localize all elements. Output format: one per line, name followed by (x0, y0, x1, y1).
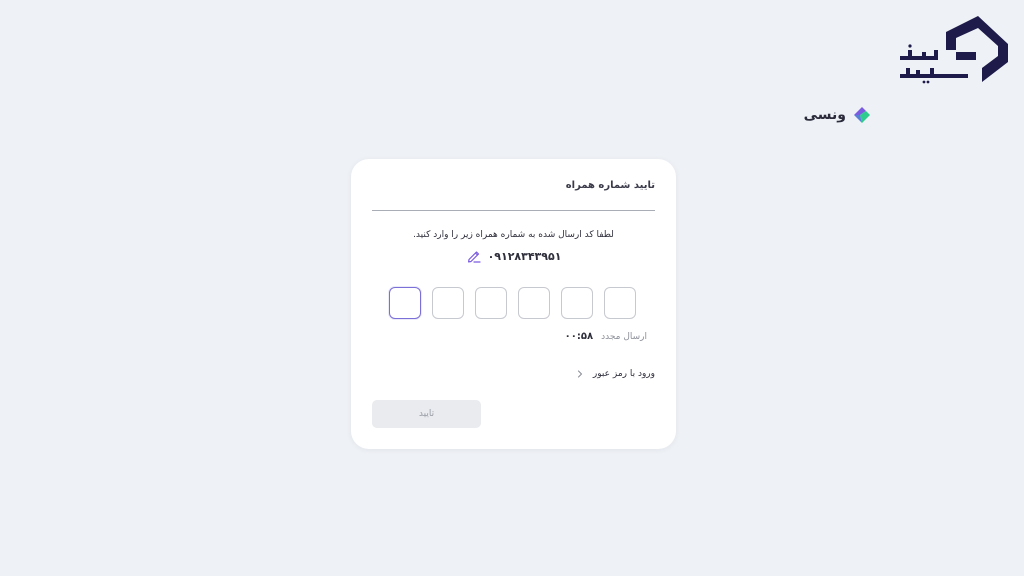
confirm-button[interactable]: تایید (372, 400, 481, 428)
khaneh-sarmayeh-logo (896, 12, 1012, 86)
otp-inputs (389, 287, 636, 319)
resend-timer: ۰۰:۵۸ (564, 331, 594, 342)
resend-row: ارسال مجدد ۰۰:۵۸ (565, 331, 647, 342)
otp-digit-2[interactable] (432, 287, 464, 319)
pencil-edit-icon[interactable] (466, 248, 482, 264)
khaneh-sarmayeh-logo-icon (900, 16, 1008, 84)
otp-digit-5[interactable] (561, 287, 593, 319)
otp-digit-4[interactable] (518, 287, 550, 319)
password-login-label: ورود با رمز عبور (592, 369, 655, 379)
otp-digit-1[interactable] (389, 287, 421, 319)
phone-row: ۰۹۱۲۸۳۴۳۹۵۱ (351, 248, 676, 264)
vancy-brand: ونسی (804, 104, 872, 126)
phone-number: ۰۹۱۲۸۳۴۳۹۵۱ (487, 249, 562, 263)
vancy-name: ونسی (803, 107, 846, 123)
resend-label: ارسال مجدد (601, 331, 647, 342)
otp-digit-3[interactable] (475, 287, 507, 319)
title-divider (372, 210, 655, 211)
otp-digit-6[interactable] (604, 287, 636, 319)
vancy-logo-icon (854, 107, 870, 123)
card-title: تایید شماره همراه (565, 180, 655, 191)
verify-phone-card: تایید شماره همراه لطفا کد ارسال شده به ش… (351, 159, 676, 449)
chevron-right-icon (577, 370, 582, 378)
page: ونسی تایید شماره همراه لطفا کد ارسال شده… (0, 0, 1024, 576)
instruction-text: لطفا کد ارسال شده به شماره همراه زیر را … (413, 230, 614, 240)
password-login-link[interactable]: ورود با رمز عبور (575, 369, 655, 379)
